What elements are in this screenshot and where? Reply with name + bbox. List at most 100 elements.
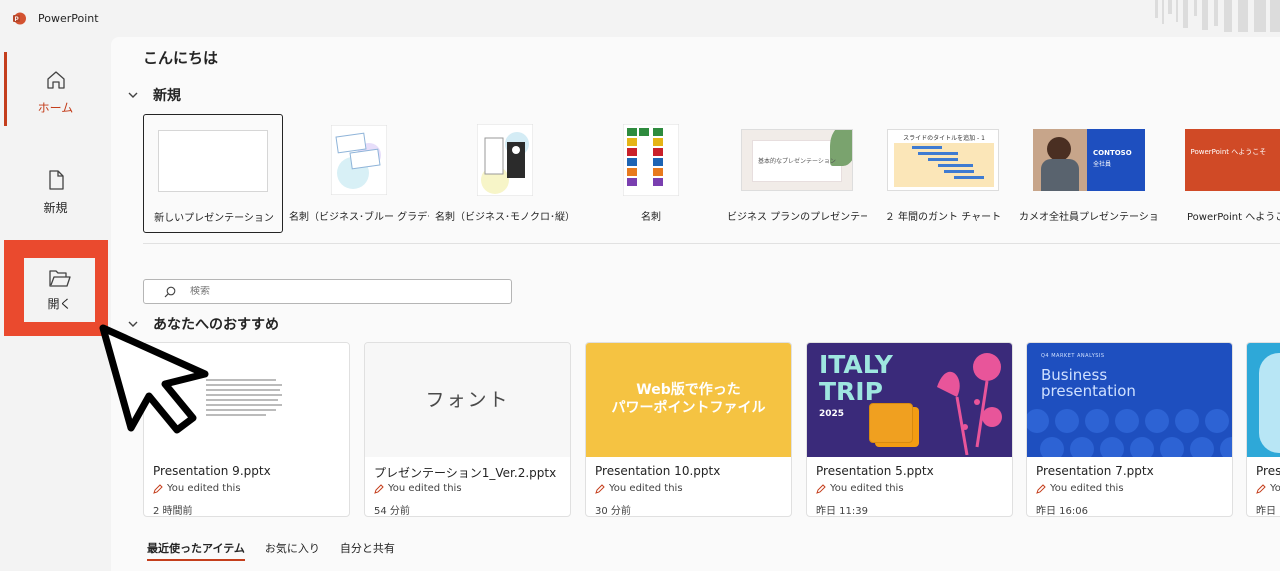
svg-text:P: P — [15, 17, 19, 23]
sidebar: ホーム 新規 開く — [0, 37, 111, 571]
template-thumbnail: スライドのタイトルを追加 - 1 — [887, 126, 999, 194]
file-edited-status: You edited this — [153, 483, 241, 494]
thumb-text: フォント — [425, 389, 510, 411]
main-content: こんにちは 新規 新しいプレゼンテーション 名刺（ビジネス･ブルー グラデー… — [111, 37, 1280, 571]
nav-home[interactable]: ホーム — [0, 52, 111, 132]
edited-label: You edited this — [388, 483, 462, 494]
template-business-plan[interactable]: 基本的なプレゼンテーション ビジネス プランのプレゼンテーシ… — [727, 114, 867, 233]
template-thumbnail: PowerPoint へようこそ — [1171, 126, 1280, 194]
edited-label: Yo — [1270, 483, 1280, 494]
nav-new[interactable]: 新規 — [0, 152, 111, 232]
header-decoration — [1155, 0, 1280, 32]
tab-favorites[interactable]: お気に入り — [265, 540, 320, 561]
thumb-text-line2: presentation — [1041, 382, 1136, 400]
home-icon — [46, 70, 65, 89]
template-name: 名刺 — [641, 212, 661, 223]
chevron-down-icon — [128, 92, 138, 98]
nav-home-label: ホーム — [37, 100, 74, 115]
edited-label: You edited this — [830, 483, 904, 494]
file-thumbnail: ITALY TRIP 2025 — [807, 343, 1012, 457]
template-thumb-text: スライドのタイトルを追加 - 1 — [903, 135, 985, 142]
file-card[interactable]: Presentation 9.pptx You edited this 2 時間… — [143, 342, 350, 517]
file-edited-status: You edited this — [1036, 483, 1124, 494]
template-welcome[interactable]: PowerPoint へようこそ PowerPoint へようこそ — [1165, 114, 1280, 233]
file-time: 昨日 16:06 — [1036, 506, 1088, 517]
file-time: 30 分前 — [595, 506, 631, 517]
template-card-blue[interactable]: 名刺（ビジネス･ブルー グラデー… — [289, 114, 429, 233]
nav-new-label: 新規 — [43, 200, 68, 215]
template-thumbnail — [623, 124, 679, 196]
file-name: Presentation 10.pptx — [595, 464, 721, 478]
file-card[interactable]: Pres Yo 昨日 — [1246, 342, 1280, 517]
tab-recent[interactable]: 最近使ったアイテム — [147, 540, 245, 561]
template-name: 名刺（ビジネス･モノクロ･縦） — [435, 212, 575, 223]
tab-shared-with-me[interactable]: 自分と共有 — [340, 540, 395, 561]
divider — [143, 243, 1280, 244]
file-name: Presentation 7.pptx — [1036, 464, 1154, 478]
template-gantt[interactable]: スライドのタイトルを追加 - 1 ２ 年間のガント チャート — [873, 114, 1013, 233]
file-card[interactable]: ITALY TRIP 2025 Presentation 5.pptx You … — [806, 342, 1013, 517]
edited-label: You edited this — [1050, 483, 1124, 494]
recommended-section-header[interactable]: あなたへのおすすめ — [125, 314, 279, 334]
chevron-down-icon — [128, 321, 138, 327]
search-box[interactable] — [143, 279, 512, 304]
template-thumb-subtext: 全社員 — [1093, 161, 1112, 168]
template-thumbnail — [158, 127, 268, 195]
template-name: カメオ全社員プレゼンテーション — [1019, 212, 1159, 223]
pencil-icon — [1256, 483, 1266, 494]
file-card[interactable]: Q4 MARKET ANALYSIS Business presentation… — [1026, 342, 1233, 517]
open-highlight-box: 開く — [4, 240, 108, 336]
file-card[interactable]: フォント プレゼンテーション1_Ver.2.pptx You edited th… — [364, 342, 571, 517]
template-meishi[interactable]: 名刺 — [581, 114, 721, 233]
file-edited-status: You edited this — [816, 483, 904, 494]
template-thumb-text: PowerPoint へようこそ — [1190, 148, 1267, 156]
template-thumbnail — [477, 124, 533, 196]
file-name: Presentation 5.pptx — [816, 464, 934, 478]
file-thumbnail — [144, 343, 349, 457]
file-time: 54 分前 — [374, 506, 410, 517]
template-name: 名刺（ビジネス･ブルー グラデー… — [289, 212, 429, 223]
pencil-icon — [374, 483, 384, 494]
template-name: ２ 年間のガント チャート — [884, 212, 1002, 223]
nav-open[interactable]: 開く — [24, 258, 95, 322]
search-icon — [164, 286, 176, 297]
template-cameo[interactable]: CONTOSO 全社員 カメオ全社員プレゼンテーション — [1019, 114, 1159, 233]
template-blank[interactable]: 新しいプレゼンテーション — [143, 114, 283, 233]
nav-open-label: 開く — [47, 296, 72, 311]
template-thumbnail — [331, 125, 387, 195]
powerpoint-logo-icon: P — [13, 12, 26, 25]
template-name: PowerPoint へようこそ — [1187, 212, 1280, 223]
pencil-icon — [1036, 483, 1046, 494]
recommended-section-title: あなたへのおすすめ — [153, 317, 279, 333]
thumb-text-line3: 2025 — [819, 409, 845, 419]
pencil-icon — [153, 483, 163, 494]
file-name: プレゼンテーション1_Ver.2.pptx — [374, 466, 557, 480]
file-edited-status: You edited this — [374, 483, 462, 494]
file-tabs: 最近使ったアイテム お気に入り 自分と共有 — [147, 540, 415, 561]
edited-label: You edited this — [167, 483, 241, 494]
file-thumbnail: Q4 MARKET ANALYSIS Business presentation — [1027, 343, 1232, 457]
file-thumbnail: Web版で作った パワーポイントファイル — [586, 343, 791, 457]
template-thumb-text: 基本的なプレゼンテーション — [758, 158, 836, 165]
template-thumbnail: CONTOSO 全社員 — [1033, 126, 1145, 194]
file-time: 昨日 11:39 — [816, 506, 868, 517]
template-name: 新しいプレゼンテーション — [154, 213, 274, 224]
template-card-mono[interactable]: 名刺（ビジネス･モノクロ･縦） — [435, 114, 575, 233]
app-title: PowerPoint — [38, 12, 99, 25]
file-name: Presentation 9.pptx — [153, 464, 271, 478]
file-edited-status: Yo — [1256, 483, 1280, 494]
folder-open-icon — [48, 269, 71, 287]
thumb-text-line1: Business — [1041, 366, 1108, 384]
pencil-icon — [816, 483, 826, 494]
file-name: Pres — [1256, 464, 1280, 478]
template-thumbnail: 基本的なプレゼンテーション — [741, 126, 853, 194]
file-thumbnail — [1247, 343, 1280, 457]
title-bar: P PowerPoint — [0, 0, 1280, 37]
file-card[interactable]: Web版で作った パワーポイントファイル Presentation 10.ppt… — [585, 342, 792, 517]
new-section-header[interactable]: 新規 — [125, 85, 181, 105]
file-thumbnail: フォント — [365, 343, 570, 457]
new-document-icon — [48, 169, 64, 190]
thumb-small-text: Q4 MARKET ANALYSIS — [1041, 353, 1105, 359]
search-input[interactable] — [190, 286, 490, 297]
greeting: こんにちは — [143, 49, 219, 67]
